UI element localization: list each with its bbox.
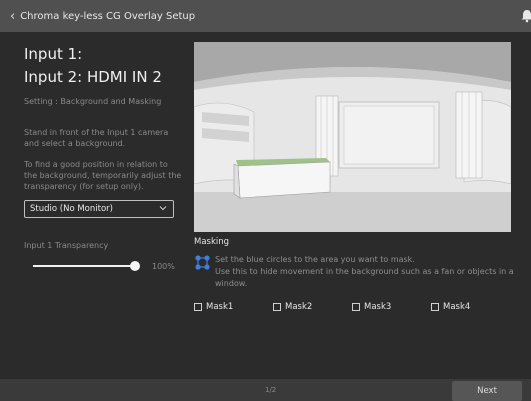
mask4-label: Mask4 [443, 302, 471, 312]
mask2-label: Mask2 [285, 302, 313, 312]
instruction-1a: Stand in front of the Input 1 camera [24, 128, 169, 137]
mask-area-icon [195, 255, 210, 270]
chevron-left-icon: ‹ [10, 8, 16, 24]
checkbox-box [352, 303, 360, 311]
checkbox-box [431, 303, 439, 311]
masking-heading: Masking [194, 237, 230, 247]
instruction-2c: transparency (for setup only). [24, 182, 144, 191]
instruction-2a: To find a good position in relation to [24, 160, 168, 169]
back-button[interactable]: ‹ Chroma key-less CG Overlay Setup [10, 10, 195, 23]
mask2-checkbox[interactable]: Mask2 [273, 302, 312, 312]
bell-icon[interactable] [520, 9, 531, 23]
next-button[interactable]: Next [452, 381, 522, 401]
instruction-2b: the background, temporarily adjust the [24, 171, 182, 180]
transparency-value: 100% [152, 262, 175, 271]
footer-bar: 1/2 Next [0, 379, 531, 401]
checkbox-box [273, 303, 281, 311]
slider-track [33, 265, 133, 267]
studio-background-illustration [194, 42, 511, 232]
mask3-label: Mask3 [364, 302, 392, 312]
page-indicator: 1/2 [265, 386, 277, 394]
transparency-label: Input 1 Transparency [24, 241, 109, 250]
instruction-1b: and select a background. [24, 139, 126, 148]
background-select-value: Studio (No Monitor) [30, 204, 113, 214]
chevron-down-icon [159, 206, 167, 211]
checkbox-box [194, 303, 202, 311]
input1-title: Input 1: [24, 45, 83, 63]
transparency-slider[interactable] [33, 261, 143, 271]
page-title: Chroma key-less CG Overlay Setup [20, 10, 196, 22]
masking-line-2: Use this to hide movement in the backgro… [215, 267, 514, 276]
masking-line-1: Set the blue circles to the area you wan… [215, 255, 415, 264]
studio-preview-image [194, 42, 511, 232]
masking-line-3: window. [215, 279, 248, 288]
header-bar: ‹ Chroma key-less CG Overlay Setup [0, 0, 531, 32]
masking-instructions: Set the blue circles to the area you wan… [215, 254, 515, 290]
mask1-checkbox[interactable]: Mask1 [194, 302, 233, 312]
slider-knob[interactable] [130, 261, 140, 271]
input2-title: Input 2: HDMI IN 2 [24, 68, 162, 86]
left-panel: Input 1: Input 2: HDMI IN 2 Setting : Ba… [0, 32, 186, 379]
mask4-checkbox[interactable]: Mask4 [431, 302, 470, 312]
mask1-label: Mask1 [206, 302, 234, 312]
mask3-checkbox[interactable]: Mask3 [352, 302, 391, 312]
background-select[interactable]: Studio (No Monitor) [24, 200, 174, 218]
setting-caption: Setting : Background and Masking [24, 97, 162, 106]
